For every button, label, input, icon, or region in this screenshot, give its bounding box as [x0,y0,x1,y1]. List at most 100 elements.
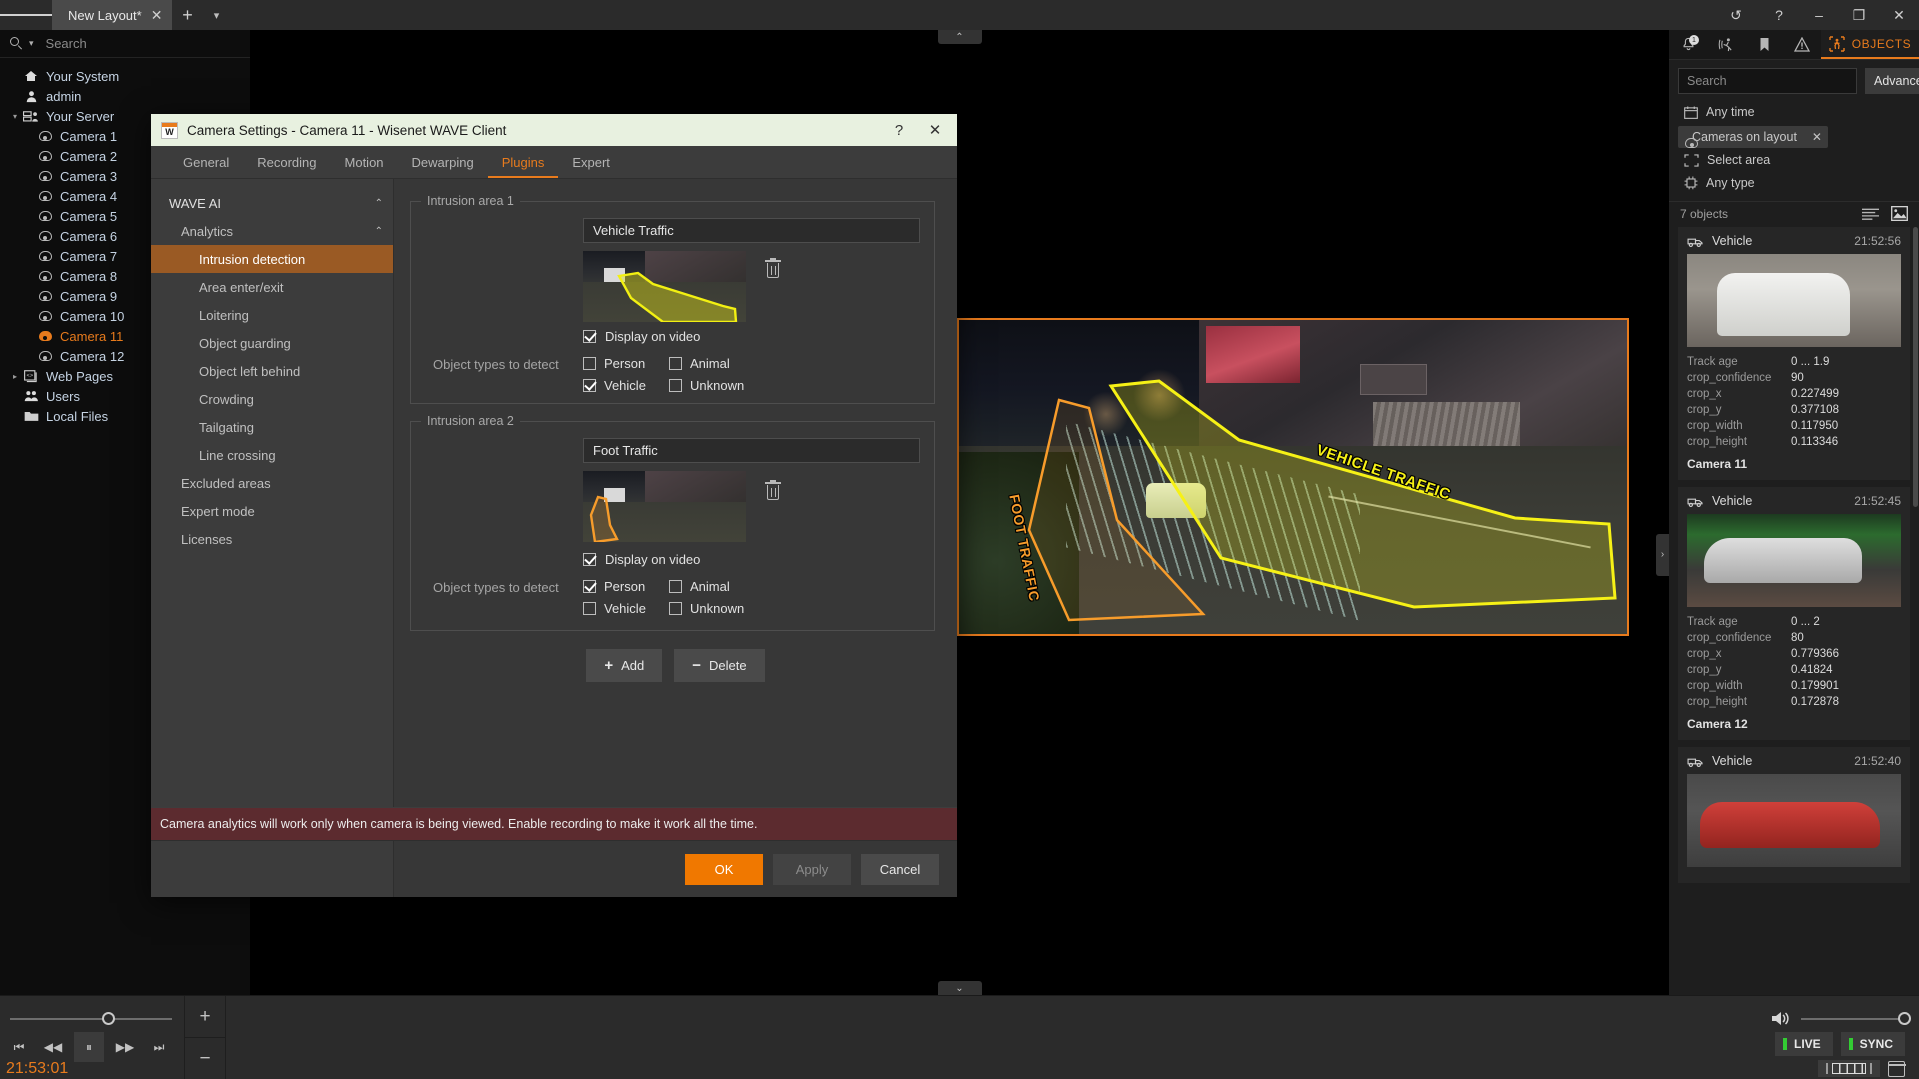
minimize-icon[interactable]: – [1799,0,1839,30]
skip-to-end-button[interactable]: ⏭ [146,1034,172,1060]
add-tab-button[interactable]: + [172,0,202,30]
chevron-down-icon[interactable]: ▾ [202,0,230,30]
add-button[interactable]: + Add [586,649,662,682]
dialog-nav-analytics[interactable]: Analytics⌃ [151,217,393,245]
filter-any-type[interactable]: Any type [1678,172,1910,194]
area-2-type-unknown[interactable]: Unknown [669,601,744,616]
restore-icon[interactable]: ❐ [1839,0,1879,30]
volume-slider[interactable] [1801,1018,1905,1020]
help-icon[interactable]: ? [1759,0,1799,30]
object-card[interactable]: Vehicle21:52:45Track age0 ... 2crop_conf… [1678,487,1910,740]
dialog-nav-expert-mode[interactable]: Expert mode [151,497,393,525]
intrusion-area-1-thumbnail[interactable] [583,251,746,322]
fast-forward-button[interactable]: ▶▶ [112,1034,138,1060]
sidebar-search-row[interactable]: ▾ [0,30,250,58]
dialog-nav-intrusion-detection[interactable]: Intrusion detection [151,245,393,273]
speed-slider[interactable] [10,1012,172,1026]
help-icon[interactable]: ? [881,114,917,146]
dialog-nav-tailgating[interactable]: Tailgating [151,413,393,441]
chevron-up-icon[interactable]: ⌃ [375,198,383,209]
dialog-nav-crowding[interactable]: Crowding [151,385,393,413]
loop-icon[interactable]: ↺ [1713,0,1759,30]
dialog-nav-licenses[interactable]: Licenses [151,525,393,553]
tab-motion[interactable] [1707,30,1745,59]
dialog-tab-motion[interactable]: Motion [331,146,398,178]
dialog-nav-object-guarding[interactable]: Object guarding [151,329,393,357]
area-2-type-person[interactable]: Person [583,579,669,594]
zoom-in-button[interactable]: + [185,996,225,1038]
dialog-nav-loitering[interactable]: Loitering [151,301,393,329]
chevron-right-icon[interactable]: › [1656,534,1669,576]
search-input[interactable] [40,36,240,51]
intrusion-area-1-name-input[interactable] [583,218,920,243]
tab-objects[interactable]: OBJECTS [1821,30,1919,59]
speed-slider-knob[interactable] [102,1012,115,1025]
dialog-tab-recording[interactable]: Recording [243,146,330,178]
dialog-tab-dewarping[interactable]: Dewarping [398,146,488,178]
object-thumbnail[interactable] [1687,254,1901,347]
layout-tab[interactable]: New Layout* ✕ [52,0,172,30]
dialog-tab-plugins[interactable]: Plugins [488,146,559,178]
intrusion-area-2-thumbnail[interactable] [583,471,746,542]
area-2-type-animal[interactable]: Animal [669,579,744,594]
filter-select-area[interactable]: Select area [1678,149,1910,171]
sync-button[interactable]: SYNC [1841,1032,1905,1056]
chevron-up-icon[interactable]: ⌃ [375,226,383,237]
object-card[interactable]: Vehicle21:52:40 [1678,747,1910,883]
dialog-tab-general[interactable]: General [169,146,243,178]
dialog-nav-wave-ai[interactable]: WAVE AI⌃ [151,189,393,217]
filter-cameras-on-layout[interactable]: Cameras on layout✕ [1678,126,1828,148]
live-button[interactable]: LIVE [1775,1032,1833,1056]
close-icon[interactable]: ✕ [151,8,163,22]
area-2-display-on-video-checkbox[interactable]: Display on video [583,552,700,567]
rewind-button[interactable]: ◀◀ [40,1034,66,1060]
tab-bookmarks[interactable] [1745,30,1783,59]
area-1-type-animal[interactable]: Animal [669,356,744,371]
trash-icon[interactable] [763,258,783,280]
object-thumbnail[interactable] [1687,774,1901,867]
object-card[interactable]: Vehicle21:52:56Track age0 ... 1.9crop_co… [1678,227,1910,480]
object-thumbnail[interactable] [1687,514,1901,607]
area-2-type-vehicle[interactable]: Vehicle [583,601,669,616]
advanced-button[interactable]: Advanced... [1865,68,1919,94]
dialog-tab-expert[interactable]: Expert [558,146,624,178]
dialog-nav-area-enter-exit[interactable]: Area enter/exit [151,273,393,301]
dialog-nav-object-left-behind[interactable]: Object left behind [151,357,393,385]
tree-expander-icon[interactable]: ▸ [8,372,22,381]
main-menu-icon[interactable] [0,0,52,30]
close-icon[interactable]: ✕ [917,114,953,146]
area-1-type-unknown[interactable]: Unknown [669,378,744,393]
sidebar-item-admin[interactable]: ▸admin [0,86,250,106]
tab-notifications[interactable]: 1 [1669,30,1707,59]
tree-expander-icon[interactable]: ▾ [8,112,22,121]
objects-scrollbar[interactable] [1913,227,1918,507]
area-1-display-on-video-checkbox[interactable]: Display on video [583,329,700,344]
skip-to-start-button[interactable]: ⏮ [6,1034,32,1060]
sidebar-item-your-system[interactable]: ▸Your System [0,66,250,86]
calendar-icon[interactable] [1888,1061,1905,1077]
area-1-type-person[interactable]: Person [583,356,669,371]
camera-video-tile[interactable]: VEHICLE TRAFFIC FOOT TRAFFIC [957,318,1629,636]
thumbnail-view-icon[interactable] [1891,206,1908,221]
chevron-up-icon[interactable]: ⌃ [938,30,982,44]
chevron-down-icon[interactable]: ⌄ [938,981,982,995]
pause-button[interactable]: ⏸ [74,1032,104,1062]
close-icon[interactable]: ✕ [1812,130,1822,144]
speaker-icon[interactable] [1771,1010,1791,1027]
delete-button[interactable]: − Delete [674,649,764,682]
chevron-down-icon[interactable]: ▾ [29,38,34,49]
filter-any-time[interactable]: Any time [1678,101,1910,123]
objects-list[interactable]: Vehicle21:52:56Track age0 ... 1.9crop_co… [1669,227,1919,995]
list-view-icon[interactable] [1862,208,1879,220]
intrusion-area-2-name-input[interactable] [583,438,920,463]
close-icon[interactable]: ✕ [1879,0,1919,30]
tab-events[interactable] [1783,30,1821,59]
trash-icon[interactable] [763,480,783,502]
zoom-out-button[interactable]: − [185,1038,225,1079]
volume-control[interactable] [1771,1010,1905,1027]
apply-button[interactable]: Apply [773,854,851,885]
objects-search-input[interactable] [1678,68,1857,94]
area-1-type-vehicle[interactable]: Vehicle [583,378,669,393]
cancel-button[interactable]: Cancel [861,854,939,885]
volume-slider-knob[interactable] [1898,1012,1911,1025]
